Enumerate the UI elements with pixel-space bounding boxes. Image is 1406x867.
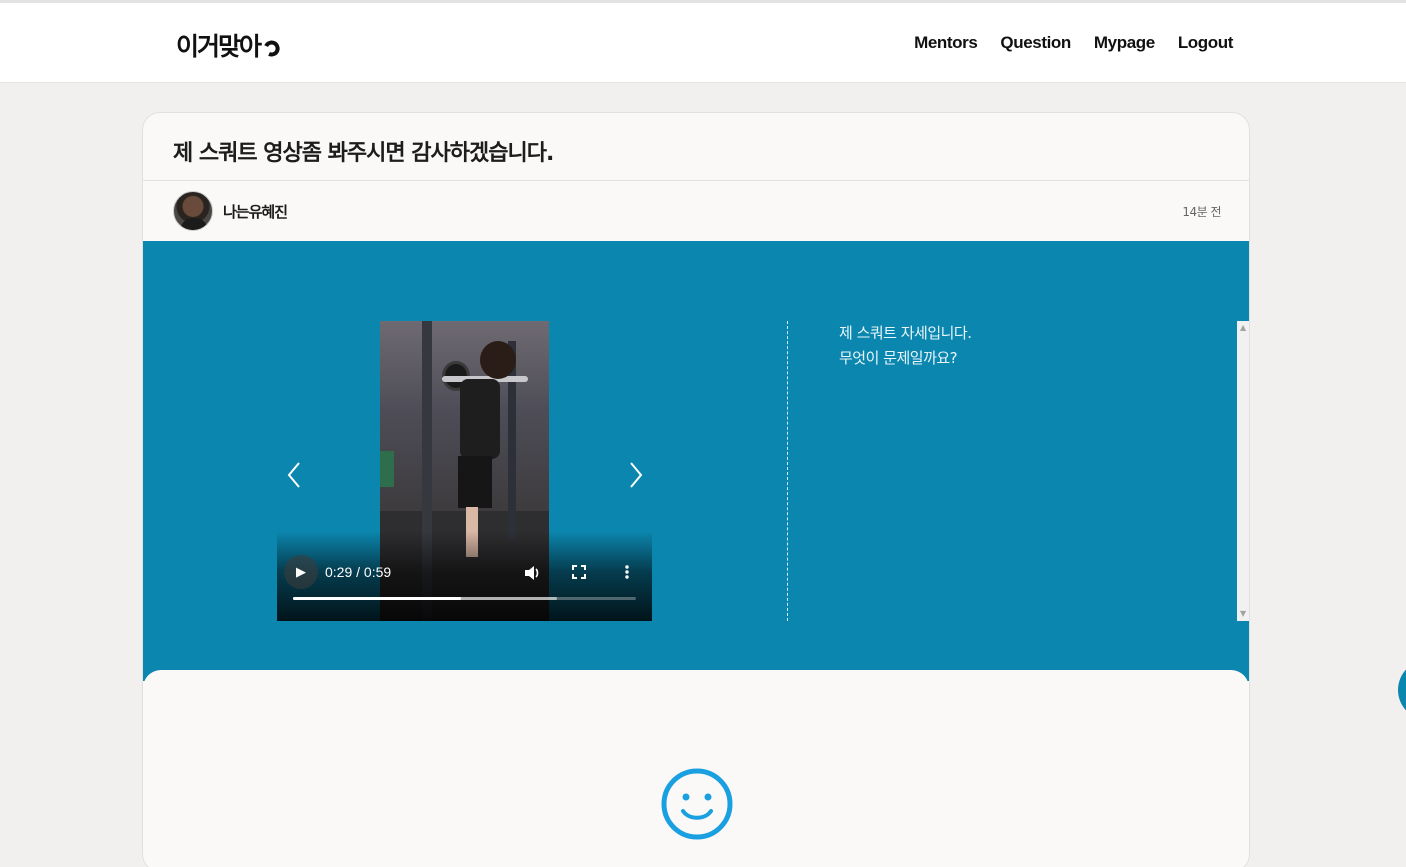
media-divider — [787, 321, 788, 621]
post-card: 제 스쿼트 영상좀 봐주시면 감사하겠습니다. 나는유혜진 14분 전 ▶ 0:… — [142, 112, 1250, 867]
video-player[interactable]: ▶ 0:29 / 0:59 — [277, 321, 652, 621]
title-divider — [143, 180, 1249, 181]
video-controls: ▶ 0:29 / 0:59 — [277, 531, 652, 621]
nav-logout[interactable]: Logout — [1178, 33, 1234, 53]
description-line: 무엇이 문제일까요? — [839, 349, 958, 367]
avatar[interactable] — [173, 191, 213, 231]
video-time-readout: 0:29 / 0:59 — [325, 564, 392, 580]
media-section: ▶ 0:29 / 0:59 제 스쿼트 자세입니다. 무엇이 문제일까요? ▲ … — [143, 241, 1249, 681]
play-button[interactable]: ▶ — [284, 555, 318, 589]
fullscreen-icon[interactable] — [570, 564, 588, 584]
volume-icon[interactable] — [523, 564, 541, 586]
video-person-head — [480, 341, 516, 379]
post-author: 나는유혜진 — [173, 190, 288, 232]
answer-panel — [143, 670, 1249, 867]
site-header: 이거맞아 Mentors Question Mypage Logout — [0, 3, 1406, 83]
post-title: 제 스쿼트 영상좀 봐주시면 감사하겠습니다. — [173, 141, 554, 166]
site-logo[interactable]: 이거맞아 — [176, 27, 282, 63]
slider-prev-button[interactable] — [283, 460, 307, 490]
author-name[interactable]: 나는유혜진 — [223, 201, 288, 222]
nav-mentors[interactable]: Mentors — [914, 33, 978, 53]
video-progress-fill — [293, 597, 462, 600]
description-line: 제 스쿼트 자세입니다. — [839, 324, 972, 342]
post-description: 제 스쿼트 자세입니다. 무엇이 문제일까요? — [839, 321, 1219, 371]
video-person-shorts — [458, 456, 492, 508]
post-time: 14분 전 — [1182, 205, 1221, 219]
description-scrollbar[interactable]: ▲ ▼ — [1237, 321, 1249, 621]
scroll-up-icon[interactable]: ▲ — [1240, 324, 1248, 332]
logo-mark-icon — [261, 38, 282, 59]
chevron-left-icon — [287, 462, 300, 488]
nav-mypage[interactable]: Mypage — [1094, 33, 1155, 53]
slider-next-button[interactable] — [623, 460, 647, 490]
floating-chat-button[interactable] — [1398, 660, 1406, 720]
play-icon: ▶ — [296, 564, 306, 580]
nav-question[interactable]: Question — [1000, 33, 1071, 53]
video-plates — [380, 451, 394, 487]
main-nav: Mentors Question Mypage Logout — [914, 33, 1233, 53]
chevron-right-icon — [630, 462, 643, 488]
more-vertical-icon[interactable] — [618, 564, 636, 584]
scroll-down-icon[interactable]: ▼ — [1240, 610, 1248, 618]
video-person-body — [460, 379, 500, 459]
video-progress-bar[interactable] — [293, 597, 636, 600]
smiley-icon — [661, 768, 733, 840]
